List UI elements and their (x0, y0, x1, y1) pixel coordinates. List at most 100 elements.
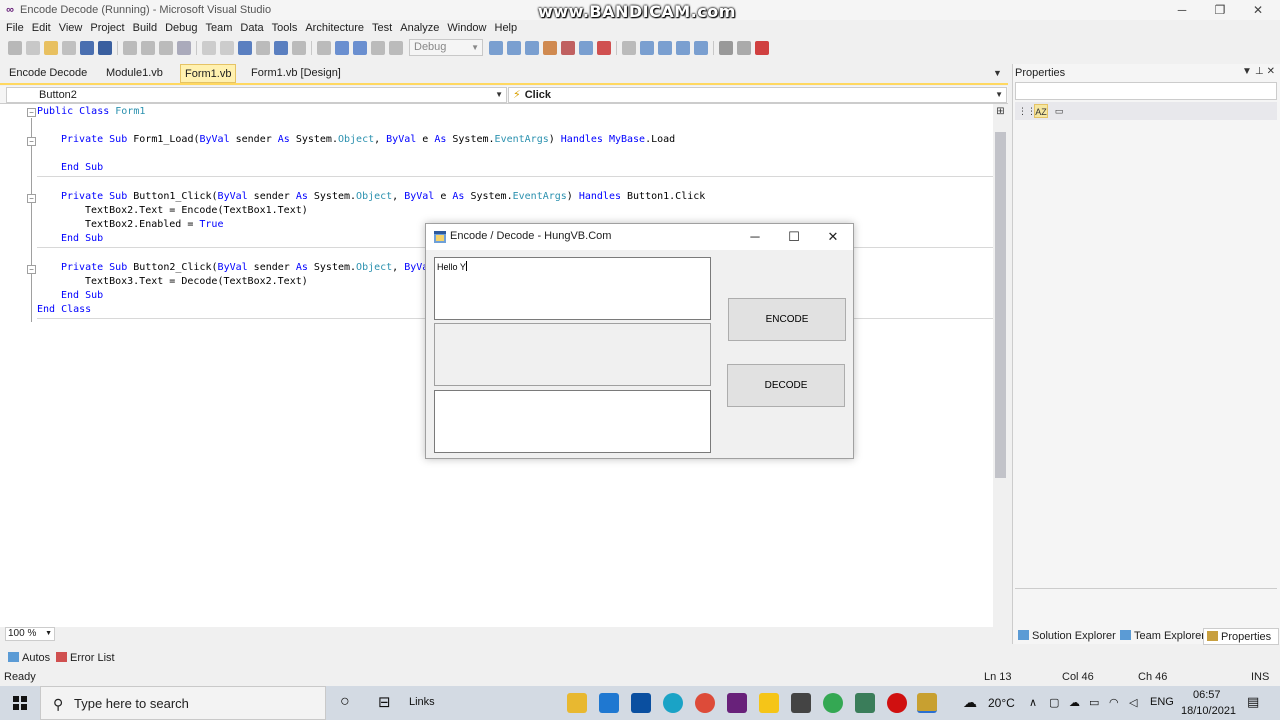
tab-autos[interactable]: Autos (8, 651, 50, 666)
toolbox-icon[interactable] (543, 40, 557, 55)
save-icon[interactable] (80, 40, 94, 55)
breakpoints-icon[interactable] (676, 40, 690, 55)
editor-vertical-scrollbar[interactable]: ⊞ (993, 104, 1008, 627)
start-button[interactable] (0, 686, 40, 720)
decoded-textbox[interactable] (434, 390, 711, 453)
tab-form1-design[interactable]: Form1.vb [Design] (247, 64, 345, 83)
hex-display-icon[interactable] (658, 40, 672, 55)
tab-team-explorer[interactable]: Team Explorer (1117, 628, 1205, 645)
new-project-icon[interactable] (8, 40, 22, 55)
chrome-icon[interactable] (695, 693, 715, 713)
minimize-icon[interactable]: ─ (736, 224, 774, 250)
stop-debugging-icon[interactable] (353, 40, 367, 55)
panel-menu-icon[interactable]: ▼ (1242, 66, 1255, 77)
open-file-icon[interactable] (44, 40, 58, 55)
menu-project[interactable]: Project (86, 20, 128, 37)
uncomment-icon[interactable] (220, 40, 234, 55)
encode-button[interactable]: ENCODE (728, 298, 846, 341)
bandicam-icon[interactable] (887, 693, 907, 713)
collapse-icon[interactable]: − (27, 108, 36, 117)
tab-error-list[interactable]: Error List (56, 651, 115, 666)
battery-icon[interactable]: ▭ (1089, 696, 1099, 709)
encoded-textbox[interactable] (434, 323, 711, 386)
pin-icon[interactable]: ⊥ (1255, 66, 1267, 77)
temperature[interactable]: 20°C (988, 696, 1015, 710)
menu-team[interactable]: Team (202, 20, 237, 37)
tab-properties[interactable]: Properties (1203, 628, 1279, 645)
running-app-icon[interactable] (917, 693, 937, 713)
find-in-files-icon[interactable] (489, 40, 503, 55)
find-icon[interactable] (177, 40, 191, 55)
undo-icon[interactable] (238, 40, 252, 55)
input-textbox[interactable]: Hello Y (434, 257, 711, 320)
decode-button[interactable]: DECODE (727, 364, 845, 407)
visual-studio-code-icon[interactable] (727, 693, 747, 713)
threads-icon[interactable] (694, 40, 708, 55)
cortana-icon[interactable]: ○ (340, 693, 350, 711)
tab-form1-vb[interactable]: Form1.vb (180, 64, 237, 83)
attach-process-icon[interactable] (719, 40, 733, 55)
navigate-forward-icon[interactable] (292, 40, 306, 55)
weather-icon[interactable]: ☁ (963, 694, 977, 711)
menu-view[interactable]: View (55, 20, 87, 37)
collapse-icon[interactable]: − (27, 137, 36, 146)
extension-manager-icon[interactable] (597, 40, 611, 55)
show-next-statement-icon[interactable] (622, 40, 636, 55)
app-icon[interactable] (759, 693, 779, 713)
collapse-icon[interactable]: − (27, 265, 36, 274)
step-over-icon[interactable] (389, 40, 403, 55)
maximize-icon[interactable]: ☐ (775, 224, 813, 250)
add-existing-icon[interactable] (62, 40, 76, 55)
start-debugging-icon[interactable] (317, 40, 331, 55)
tab-module1[interactable]: Module1.vb (102, 64, 167, 83)
solution-explorer-icon[interactable] (507, 40, 521, 55)
chevron-up-icon[interactable]: ∧ (1029, 696, 1037, 709)
redo-icon[interactable] (256, 40, 270, 55)
menu-debug[interactable]: Debug (161, 20, 201, 37)
paste-icon[interactable] (159, 40, 173, 55)
menu-window[interactable]: Window (443, 20, 490, 37)
clock-date[interactable]: 18/10/2021 (1181, 705, 1236, 717)
menu-architecture[interactable]: Architecture (301, 20, 368, 37)
task-view-icon[interactable]: ⊟ (378, 693, 391, 711)
close-icon[interactable]: ✕ (814, 224, 852, 250)
links-toolbar[interactable]: Links (409, 696, 435, 708)
add-remove-buttons-icon[interactable] (755, 40, 769, 55)
close-icon[interactable]: ✕ (1238, 0, 1278, 20)
add-item-icon[interactable] (26, 40, 40, 55)
notifications-icon[interactable]: ▤ (1247, 694, 1259, 710)
property-grid[interactable] (1015, 120, 1277, 586)
object-selector[interactable] (1015, 82, 1277, 100)
event-select[interactable]: ⚡ Click ▼ (508, 87, 1007, 103)
object-select[interactable]: Button2 ▼ (6, 87, 507, 103)
alphabetical-icon[interactable]: AZ (1034, 104, 1048, 118)
menu-data[interactable]: Data (236, 20, 267, 37)
start-page-icon[interactable] (579, 40, 593, 55)
navigate-backward-icon[interactable] (274, 40, 288, 55)
volume-icon[interactable]: ◁ (1129, 696, 1137, 709)
copy-icon[interactable] (141, 40, 155, 55)
meet-now-icon[interactable]: ▢ (1049, 696, 1059, 709)
edge-icon[interactable] (663, 693, 683, 713)
chevron-down-icon[interactable]: ▼ (993, 68, 1002, 78)
object-browser-icon[interactable] (561, 40, 575, 55)
close-icon[interactable]: ✕ (1267, 66, 1278, 77)
options-icon[interactable] (737, 40, 751, 55)
property-pages-icon[interactable]: ▭ (1052, 104, 1066, 118)
menu-tools[interactable]: Tools (268, 20, 302, 37)
tab-encode-decode[interactable]: Encode Decode (5, 64, 91, 83)
minimize-icon[interactable]: ─ (1162, 0, 1202, 20)
file-explorer-icon[interactable] (567, 693, 587, 713)
clock-time[interactable]: 06:57 (1193, 689, 1221, 701)
step-into-icon[interactable] (371, 40, 385, 55)
restore-icon[interactable]: ❐ (1200, 0, 1240, 20)
menu-file[interactable]: File (2, 20, 28, 37)
break-all-icon[interactable] (335, 40, 349, 55)
editor-horizontal-scrollbar[interactable]: 100 % ▼ (0, 627, 1008, 642)
app-icon[interactable] (855, 693, 875, 713)
chrome-icon[interactable] (823, 693, 843, 713)
menu-test[interactable]: Test (368, 20, 396, 37)
tab-solution-explorer[interactable]: Solution Explorer (1015, 628, 1116, 645)
menu-edit[interactable]: Edit (28, 20, 55, 37)
menu-help[interactable]: Help (491, 20, 522, 37)
